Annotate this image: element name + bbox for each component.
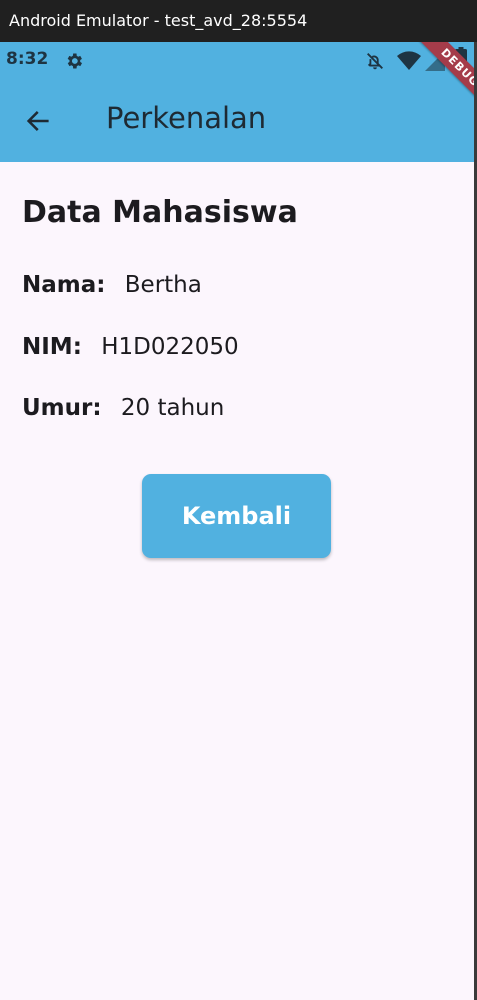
back-arrow-button[interactable] [14, 97, 62, 145]
status-time: 8:32 [6, 49, 49, 69]
age-value: 20 tahun [120, 395, 225, 421]
nim-row: NIM: H1D022050 [22, 334, 239, 360]
bell-off-icon [367, 53, 383, 70]
device-screen: 8:32 Perkenalan Data Mahasiswa Nama: Ber… [0, 42, 474, 1000]
arrow-left-icon [26, 111, 49, 131]
section-heading: Data Mahasiswa [22, 195, 298, 230]
name-row: Nama: Bertha [22, 272, 202, 298]
wifi-icon [397, 51, 421, 70]
nim-value: H1D022050 [101, 334, 239, 360]
gear-icon [67, 53, 82, 69]
page-title: Perkenalan [106, 101, 267, 135]
nim-label: NIM: [22, 334, 82, 360]
window-title: Android Emulator - test_avd_28:5554 [9, 11, 308, 30]
app-bar: Perkenalan [0, 79, 474, 162]
battery-icon [455, 47, 467, 71]
status-bar: 8:32 [0, 42, 474, 79]
age-row: Umur: 20 tahun [22, 395, 224, 421]
signal-icon [425, 51, 445, 71]
name-label: Nama: [22, 272, 106, 298]
back-button[interactable]: Kembali [142, 474, 331, 558]
name-value: Bertha [124, 272, 202, 298]
window-title-bar: Android Emulator - test_avd_28:5554 [0, 0, 477, 42]
age-label: Umur: [22, 395, 102, 421]
